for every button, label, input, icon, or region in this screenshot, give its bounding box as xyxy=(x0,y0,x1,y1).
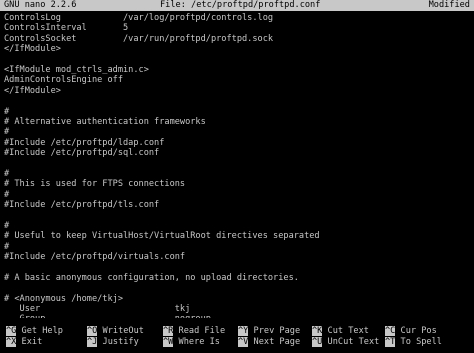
shortcut-label: Get Help xyxy=(21,326,63,336)
editor-line[interactable]: #Include /etc/proftpd/virtuals.conf xyxy=(4,252,470,262)
editor-line[interactable]: ControlsInterval 5 xyxy=(4,23,470,33)
editor-line[interactable] xyxy=(4,262,470,272)
shortcut-label: Justify xyxy=(102,337,139,347)
file-name: File: /etc/proftpd/proftpd.conf xyxy=(160,0,321,10)
editor-line[interactable] xyxy=(4,96,470,106)
shortcut-label: Next Page xyxy=(253,337,301,347)
shortcut-writeout[interactable]: ^O WriteOut xyxy=(87,326,144,337)
shortcut-prev-page[interactable]: ^Y Prev Page xyxy=(238,326,300,337)
editor-line[interactable]: # Useful to keep VirtualHost/VirtualRoot… xyxy=(4,231,470,241)
shortcut-key: ^R xyxy=(163,326,174,336)
editor-line[interactable]: # xyxy=(4,107,470,117)
shortcut-get-help[interactable]: ^G Get Help xyxy=(6,326,63,337)
editor-line[interactable]: ControlsSocket /var/run/proftpd/proftpd.… xyxy=(4,34,470,44)
editor-line[interactable]: User tkj xyxy=(4,304,470,314)
shortcut-label: Exit xyxy=(21,337,43,347)
editor-line[interactable] xyxy=(4,55,470,65)
shortcut-key: ^V xyxy=(238,337,249,347)
editor-line[interactable]: # Alternative authentication frameworks xyxy=(4,117,470,127)
shortcut-key: ^X xyxy=(6,337,17,347)
shortcut-bar: ^G Get Help ^O WriteOut ^R Read File ^Y Pre… xyxy=(0,326,474,350)
shortcut-key: ^C xyxy=(385,326,396,336)
editor-line[interactable]: </IfModule> xyxy=(4,44,470,54)
editor-line[interactable]: # xyxy=(4,169,470,179)
shortcut-label: To Spell xyxy=(400,337,442,347)
nano-title-bar: GNU nano 2.2.6 File: /etc/proftpd/proftp… xyxy=(0,0,474,11)
editor-line[interactable] xyxy=(4,210,470,220)
modified-status: Modified xyxy=(428,0,470,10)
shortcut-label: Prev Page xyxy=(253,326,301,336)
shortcut-key: ^O xyxy=(87,326,98,336)
editor-line[interactable]: #Include /etc/proftpd/tls.conf xyxy=(4,200,470,210)
editor-line[interactable]: # <Anonymous /home/tkj> xyxy=(4,294,470,304)
shortcut-key: ^T xyxy=(385,337,396,347)
shortcut-where-is[interactable]: ^W Where Is xyxy=(163,337,220,348)
editor-line[interactable]: #Include /etc/proftpd/ldap.conf xyxy=(4,138,470,148)
editor-line[interactable]: AdminControlsEngine off xyxy=(4,75,470,85)
editor-line[interactable]: Group nogroup xyxy=(4,314,470,318)
shortcut-key: ^G xyxy=(6,326,17,336)
shortcut-label: Cur Pos xyxy=(400,326,437,336)
editor-line[interactable]: <IfModule mod_ctrls_admin.c> xyxy=(4,65,470,75)
shortcut-to-spell[interactable]: ^T To Spell xyxy=(385,337,442,348)
nano-version: GNU nano 2.2.6 xyxy=(4,0,77,10)
shortcut-key: ^U xyxy=(312,337,323,347)
editor-line[interactable]: #Include /etc/proftpd/sql.conf xyxy=(4,148,470,158)
editor-line[interactable]: </IfModule> xyxy=(4,86,470,96)
editor-line[interactable] xyxy=(4,283,470,293)
shortcut-label: UnCut Text xyxy=(327,337,380,347)
editor-line[interactable]: # xyxy=(4,242,470,252)
shortcut-label: Where Is xyxy=(178,337,220,347)
terminal-screen: GNU nano 2.2.6 File: /etc/proftpd/proftp… xyxy=(0,0,474,353)
shortcut-label: Read File xyxy=(178,326,226,336)
shortcut-cut-text[interactable]: ^K Cut Text xyxy=(312,326,369,337)
editor-line[interactable]: ControlsLog /var/log/proftpd/controls.lo… xyxy=(4,13,470,23)
editor-line[interactable]: # xyxy=(4,190,470,200)
shortcut-key: ^W xyxy=(163,337,174,347)
shortcut-cur-pos[interactable]: ^C Cur Pos xyxy=(385,326,437,337)
shortcut-key: ^J xyxy=(87,337,98,347)
shortcut-label: WriteOut xyxy=(102,326,144,336)
shortcut-exit[interactable]: ^X Exit xyxy=(6,337,42,348)
shortcut-read-file[interactable]: ^R Read File xyxy=(163,326,225,337)
shortcut-label: Cut Text xyxy=(327,326,369,336)
shortcut-key: ^K xyxy=(312,326,323,336)
editor-text-area[interactable]: ControlsLog /var/log/proftpd/controls.lo… xyxy=(4,13,470,318)
editor-line[interactable]: # xyxy=(4,127,470,137)
editor-line[interactable] xyxy=(4,158,470,168)
shortcut-next-page[interactable]: ^V Next Page xyxy=(238,337,300,348)
editor-line[interactable]: # xyxy=(4,221,470,231)
shortcut-uncut-text[interactable]: ^U UnCut Text xyxy=(312,337,379,348)
editor-line[interactable]: # A basic anonymous configuration, no up… xyxy=(4,273,470,283)
editor-line[interactable]: # This is used for FTPS connections xyxy=(4,179,470,189)
shortcut-justify[interactable]: ^J Justify xyxy=(87,337,139,348)
shortcut-key: ^Y xyxy=(238,326,249,336)
